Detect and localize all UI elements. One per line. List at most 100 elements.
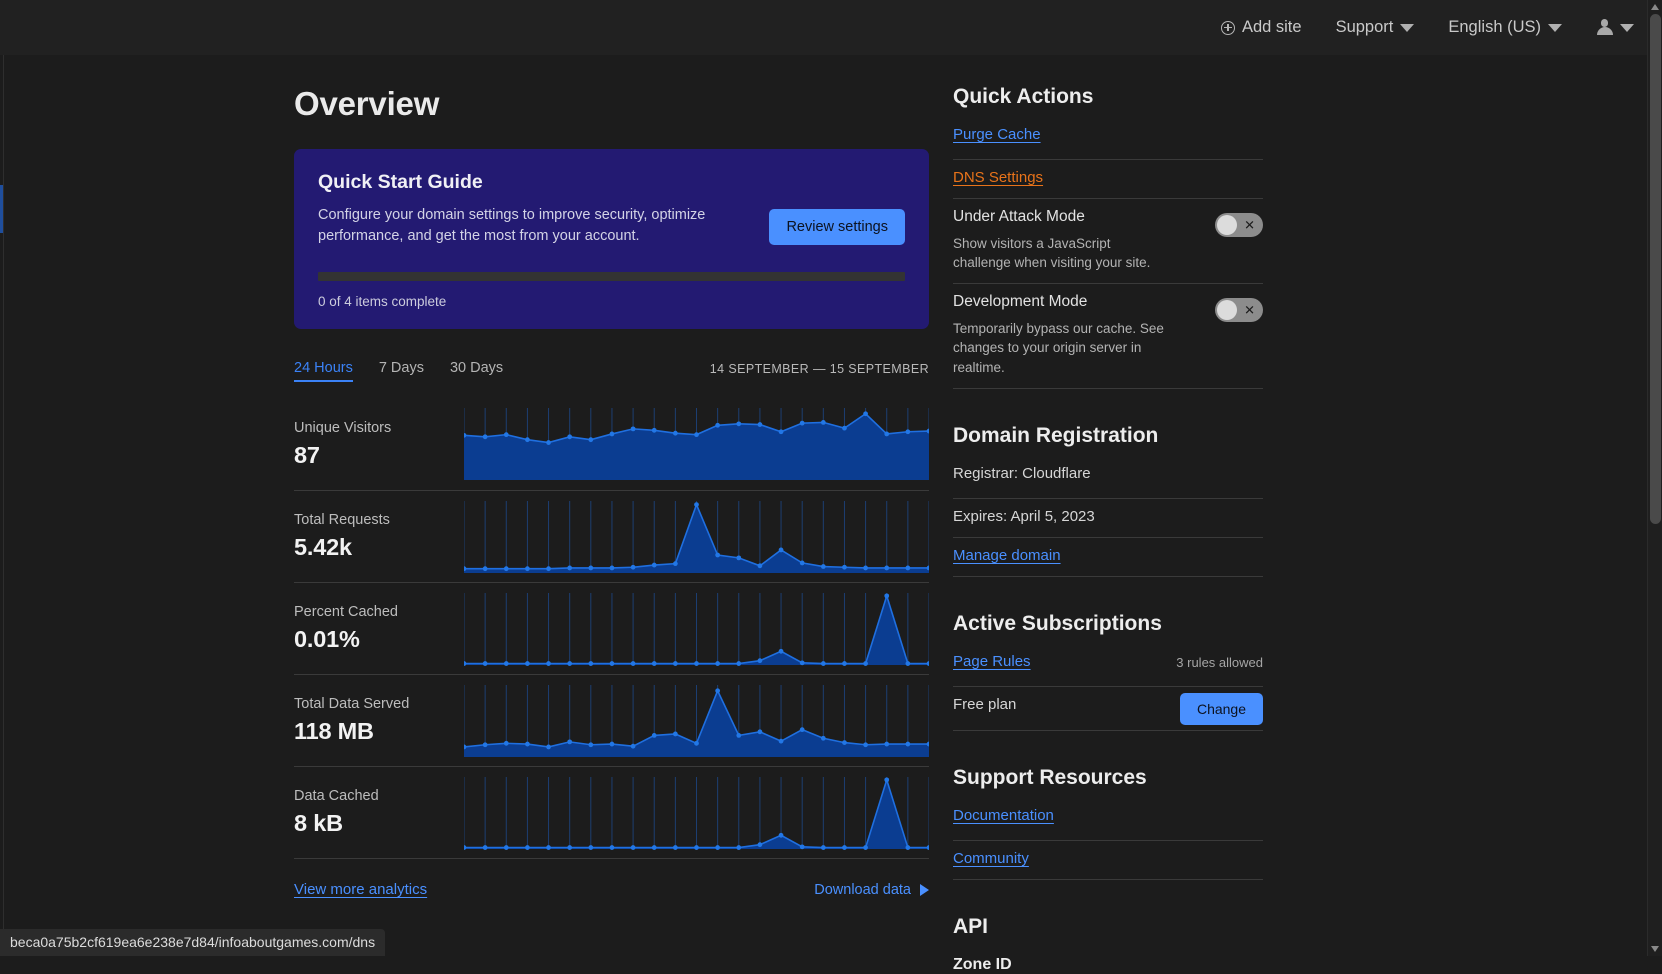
support-menu[interactable]: Support	[1336, 18, 1415, 37]
add-site-label: Add site	[1242, 18, 1302, 37]
zone-id-heading: Zone ID	[953, 956, 1263, 974]
expires-value: Expires: April 5, 2023	[953, 508, 1095, 525]
sidebar-row-manage-domain: Manage domain	[953, 538, 1263, 577]
chevron-down-icon	[1400, 24, 1414, 32]
sidebar-row-purge-cache: Purge Cache	[953, 126, 1263, 160]
sparkline-percent-cached	[464, 587, 929, 671]
analytics-timerange-tabs: 24 Hours 7 Days 30 Days 14 SEPTEMBER — 1…	[294, 360, 929, 386]
plan-label: Free plan	[953, 696, 1016, 713]
scroll-down-arrow-icon[interactable]	[1651, 946, 1659, 952]
view-more-analytics-link[interactable]: View more analytics	[294, 881, 427, 898]
chevron-down-icon	[1548, 24, 1562, 32]
metric-label: Data Cached	[294, 788, 469, 804]
metric-value: 5.42k	[294, 534, 469, 561]
metric-row-unique-visitors: Unique Visitors 87	[294, 398, 929, 490]
chevron-down-icon	[1620, 24, 1634, 32]
tab-24-hours[interactable]: 24 Hours	[294, 360, 353, 382]
sidebar-row-page-rules: Page Rules 3 rules allowed	[953, 653, 1263, 687]
metric-value: 8 kB	[294, 810, 469, 837]
metric-label: Unique Visitors	[294, 420, 469, 436]
page-rules-link[interactable]: Page Rules	[953, 653, 1031, 670]
scroll-up-arrow-icon[interactable]	[1651, 4, 1659, 10]
metric-value: 87	[294, 442, 469, 469]
quick-actions-heading: Quick Actions	[953, 85, 1263, 109]
metric-value: 0.01%	[294, 626, 469, 653]
support-resources-heading: Support Resources	[953, 766, 1263, 790]
main-column: Overview Quick Start Guide Configure you…	[294, 85, 929, 898]
page-scrollbar[interactable]	[1647, 0, 1662, 956]
user-avatar-icon	[1596, 19, 1613, 36]
development-mode-description: Temporarily bypass our cache. See change…	[953, 319, 1165, 376]
left-edge-rail	[0, 55, 4, 956]
quick-start-progress-bar	[318, 272, 905, 281]
documentation-link[interactable]: Documentation	[953, 807, 1054, 824]
download-data-label: Download data	[814, 882, 911, 898]
under-attack-mode-toggle[interactable]: ✕	[1215, 213, 1263, 237]
language-menu[interactable]: English (US)	[1448, 18, 1562, 37]
domain-registration-heading: Domain Registration	[953, 424, 1263, 448]
tab-30-days[interactable]: 30 Days	[450, 360, 503, 380]
account-menu[interactable]	[1596, 19, 1634, 36]
page-rules-allowance: 3 rules allowed	[1176, 655, 1263, 670]
sidebar-row-dns-settings: DNS Settings	[953, 160, 1263, 199]
under-attack-mode-description: Show visitors a JavaScript challenge whe…	[953, 234, 1165, 272]
review-settings-button[interactable]: Review settings	[769, 209, 905, 245]
add-site-button[interactable]: Add site	[1221, 18, 1302, 37]
sidebar-row-plan: Free plan Change	[953, 687, 1263, 731]
registrar-value: Registrar: Cloudflare	[953, 465, 1091, 482]
left-rail-accent-marker	[0, 185, 3, 233]
metric-row-total-requests: Total Requests 5.42k	[294, 490, 929, 582]
sidebar-row-community: Community	[953, 841, 1263, 880]
download-data-button[interactable]: Download data	[814, 882, 929, 898]
status-bar-url: beca0a75b2cf619ea6e238e7d84/infoaboutgam…	[0, 929, 385, 956]
metric-info: Percent Cached 0.01%	[294, 604, 469, 653]
metric-label: Total Data Served	[294, 696, 469, 712]
support-label: Support	[1336, 18, 1394, 37]
metric-label: Total Requests	[294, 512, 469, 528]
sidebar-row-registrar: Registrar: Cloudflare	[953, 465, 1263, 499]
sidebar-row-development-mode: Development Mode Temporarily bypass our …	[953, 284, 1263, 388]
development-mode-toggle[interactable]: ✕	[1215, 298, 1263, 322]
analytics-metrics-list: Unique Visitors 87 Total Requests 5.42k …	[294, 398, 929, 858]
dns-settings-link[interactable]: DNS Settings	[953, 169, 1043, 186]
manage-domain-link[interactable]: Manage domain	[953, 547, 1061, 564]
language-label: English (US)	[1448, 18, 1541, 37]
metric-info: Total Data Served 118 MB	[294, 696, 469, 745]
sparkline-total-requests	[464, 495, 929, 579]
sidebar-row-under-attack-mode: Under Attack Mode Show visitors a JavaSc…	[953, 199, 1263, 284]
right-sidebar: Quick Actions Purge Cache DNS Settings U…	[953, 85, 1263, 974]
metric-row-percent-cached: Percent Cached 0.01%	[294, 582, 929, 674]
sparkline-unique-visitors	[464, 402, 929, 486]
metric-row-total-data-served: Total Data Served 118 MB	[294, 674, 929, 766]
play-triangle-icon	[920, 884, 929, 896]
sidebar-row-documentation: Documentation	[953, 807, 1263, 841]
sidebar-row-expires: Expires: April 5, 2023	[953, 499, 1263, 538]
community-link[interactable]: Community	[953, 850, 1029, 867]
quick-start-guide-card: Quick Start Guide Configure your domain …	[294, 149, 929, 329]
page-title: Overview	[294, 85, 929, 123]
close-x-icon: ✕	[1244, 219, 1255, 232]
sparkline-total-data-served	[464, 679, 929, 763]
metric-info: Total Requests 5.42k	[294, 512, 469, 561]
quick-start-progress-label: 0 of 4 items complete	[318, 294, 905, 309]
api-heading: API	[953, 915, 1263, 939]
metric-value: 118 MB	[294, 718, 469, 745]
active-subscriptions-heading: Active Subscriptions	[953, 612, 1263, 636]
top-navigation-bar: Add site Support English (US)	[0, 0, 1662, 55]
change-plan-button[interactable]: Change	[1180, 693, 1263, 725]
close-x-icon: ✕	[1244, 304, 1255, 317]
plus-circle-icon	[1221, 21, 1235, 35]
purge-cache-link[interactable]: Purge Cache	[953, 126, 1041, 143]
date-range-label: 14 SEPTEMBER — 15 SEPTEMBER	[710, 362, 929, 376]
scrollbar-thumb[interactable]	[1650, 14, 1661, 524]
toggle-knob	[1217, 215, 1237, 235]
metric-info: Unique Visitors 87	[294, 420, 469, 469]
sparkline-data-cached	[464, 771, 929, 855]
analytics-footer: View more analytics Download data	[294, 858, 929, 898]
quick-start-title: Quick Start Guide	[318, 171, 905, 194]
metric-label: Percent Cached	[294, 604, 469, 620]
metric-info: Data Cached 8 kB	[294, 788, 469, 837]
tab-7-days[interactable]: 7 Days	[379, 360, 424, 380]
quick-start-description: Configure your domain settings to improv…	[318, 205, 728, 247]
toggle-knob	[1217, 300, 1237, 320]
